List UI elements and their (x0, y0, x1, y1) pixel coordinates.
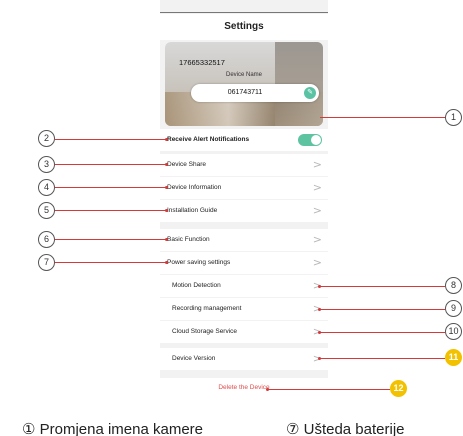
callout-dot-5 (165, 209, 168, 212)
row-installation-guide[interactable]: Installation Guide > (160, 200, 328, 222)
callout-dot-2 (165, 138, 168, 141)
row-label: Power saving settings (167, 259, 231, 266)
callout-line-2 (55, 139, 166, 140)
callout-line-11 (320, 358, 445, 359)
callout-line-7 (55, 262, 166, 263)
alert-toggle[interactable] (298, 134, 322, 146)
row-label: Basic Function (167, 236, 210, 243)
callout-line-1 (320, 117, 445, 118)
row-receive-alert-notifications: Receive Alert Notifications (160, 129, 328, 151)
callout-dot-7 (165, 261, 168, 264)
row-label: Device Share (167, 161, 207, 168)
callout-badge-8: 8 (445, 277, 462, 294)
callout-line-6 (55, 239, 166, 240)
row-label: Cloud Storage Service (172, 328, 238, 335)
callout-badge-6: 6 (38, 231, 55, 248)
row-device-share[interactable]: Device Share > (160, 154, 328, 176)
callout-badge-2: 2 (38, 130, 55, 147)
callout-line-12 (268, 389, 390, 390)
device-name-label: Device Name (225, 72, 262, 78)
callout-badge-7: 7 (38, 254, 55, 271)
row-label: Receive Alert Notifications (167, 136, 250, 143)
chevron-right-icon: > (312, 158, 322, 171)
chevron-right-icon: > (312, 204, 322, 217)
status-divider (160, 12, 328, 13)
row-label: Installation Guide (167, 207, 218, 214)
callout-badge-12: 12 (390, 380, 407, 397)
callout-dot-6 (165, 238, 168, 241)
pencil-icon[interactable]: ✎ (304, 87, 316, 99)
callout-line-8 (320, 286, 445, 287)
row-motion-detection[interactable]: Motion Detection > (160, 275, 328, 297)
callout-line-4 (55, 187, 166, 188)
toggle-knob (311, 135, 321, 145)
callout-badge-4: 4 (38, 179, 55, 196)
delete-label: Delete the Device (218, 384, 270, 391)
row-cloud-storage-service[interactable]: Cloud Storage Service > (160, 321, 328, 343)
callout-badge-5: 5 (38, 202, 55, 219)
device-id: 17665332517 (179, 58, 225, 67)
callout-badge-3: 3 (38, 156, 55, 173)
callout-line-9 (320, 309, 445, 310)
chevron-right-icon: > (312, 233, 322, 246)
callout-dot-4 (165, 186, 168, 189)
caption-right: ⑦ Ušteda baterije (286, 421, 405, 436)
callout-line-10 (320, 332, 445, 333)
row-label: Motion Detection (172, 282, 221, 289)
callout-line-3 (55, 164, 166, 165)
device-name-value: 061743711 (227, 89, 263, 96)
chevron-right-icon: > (312, 181, 322, 194)
delete-device-button[interactable]: Delete the Device (160, 378, 328, 398)
caption-left: ① Promjena imena kamere (22, 421, 204, 436)
row-recording-management[interactable]: Recording management > (160, 298, 328, 320)
chevron-right-icon: > (312, 256, 322, 269)
page-title: Settings (160, 14, 328, 40)
row-basic-function[interactable]: Basic Function > (160, 229, 328, 251)
row-device-version[interactable]: Device Version > (160, 348, 328, 370)
callout-line-5 (55, 210, 166, 211)
device-name-field[interactable]: 061743711 ✎ (191, 84, 319, 102)
row-label: Device Version (172, 355, 216, 362)
callout-dot-3 (165, 163, 168, 166)
row-device-information[interactable]: Device Information > (160, 177, 328, 199)
row-label: Device Information (167, 184, 222, 191)
device-card: 17665332517 Device Name 061743711 ✎ (165, 42, 323, 126)
row-power-saving-settings[interactable]: Power saving settings > (160, 252, 328, 274)
callout-badge-10: 10 (445, 323, 462, 340)
row-label: Recording management (172, 305, 242, 312)
callout-badge-11: 11 (445, 349, 462, 366)
settings-screen: Settings 17665332517 Device Name 0617437… (160, 0, 328, 398)
callout-badge-1: 1 (445, 109, 462, 126)
callout-badge-9: 9 (445, 300, 462, 317)
